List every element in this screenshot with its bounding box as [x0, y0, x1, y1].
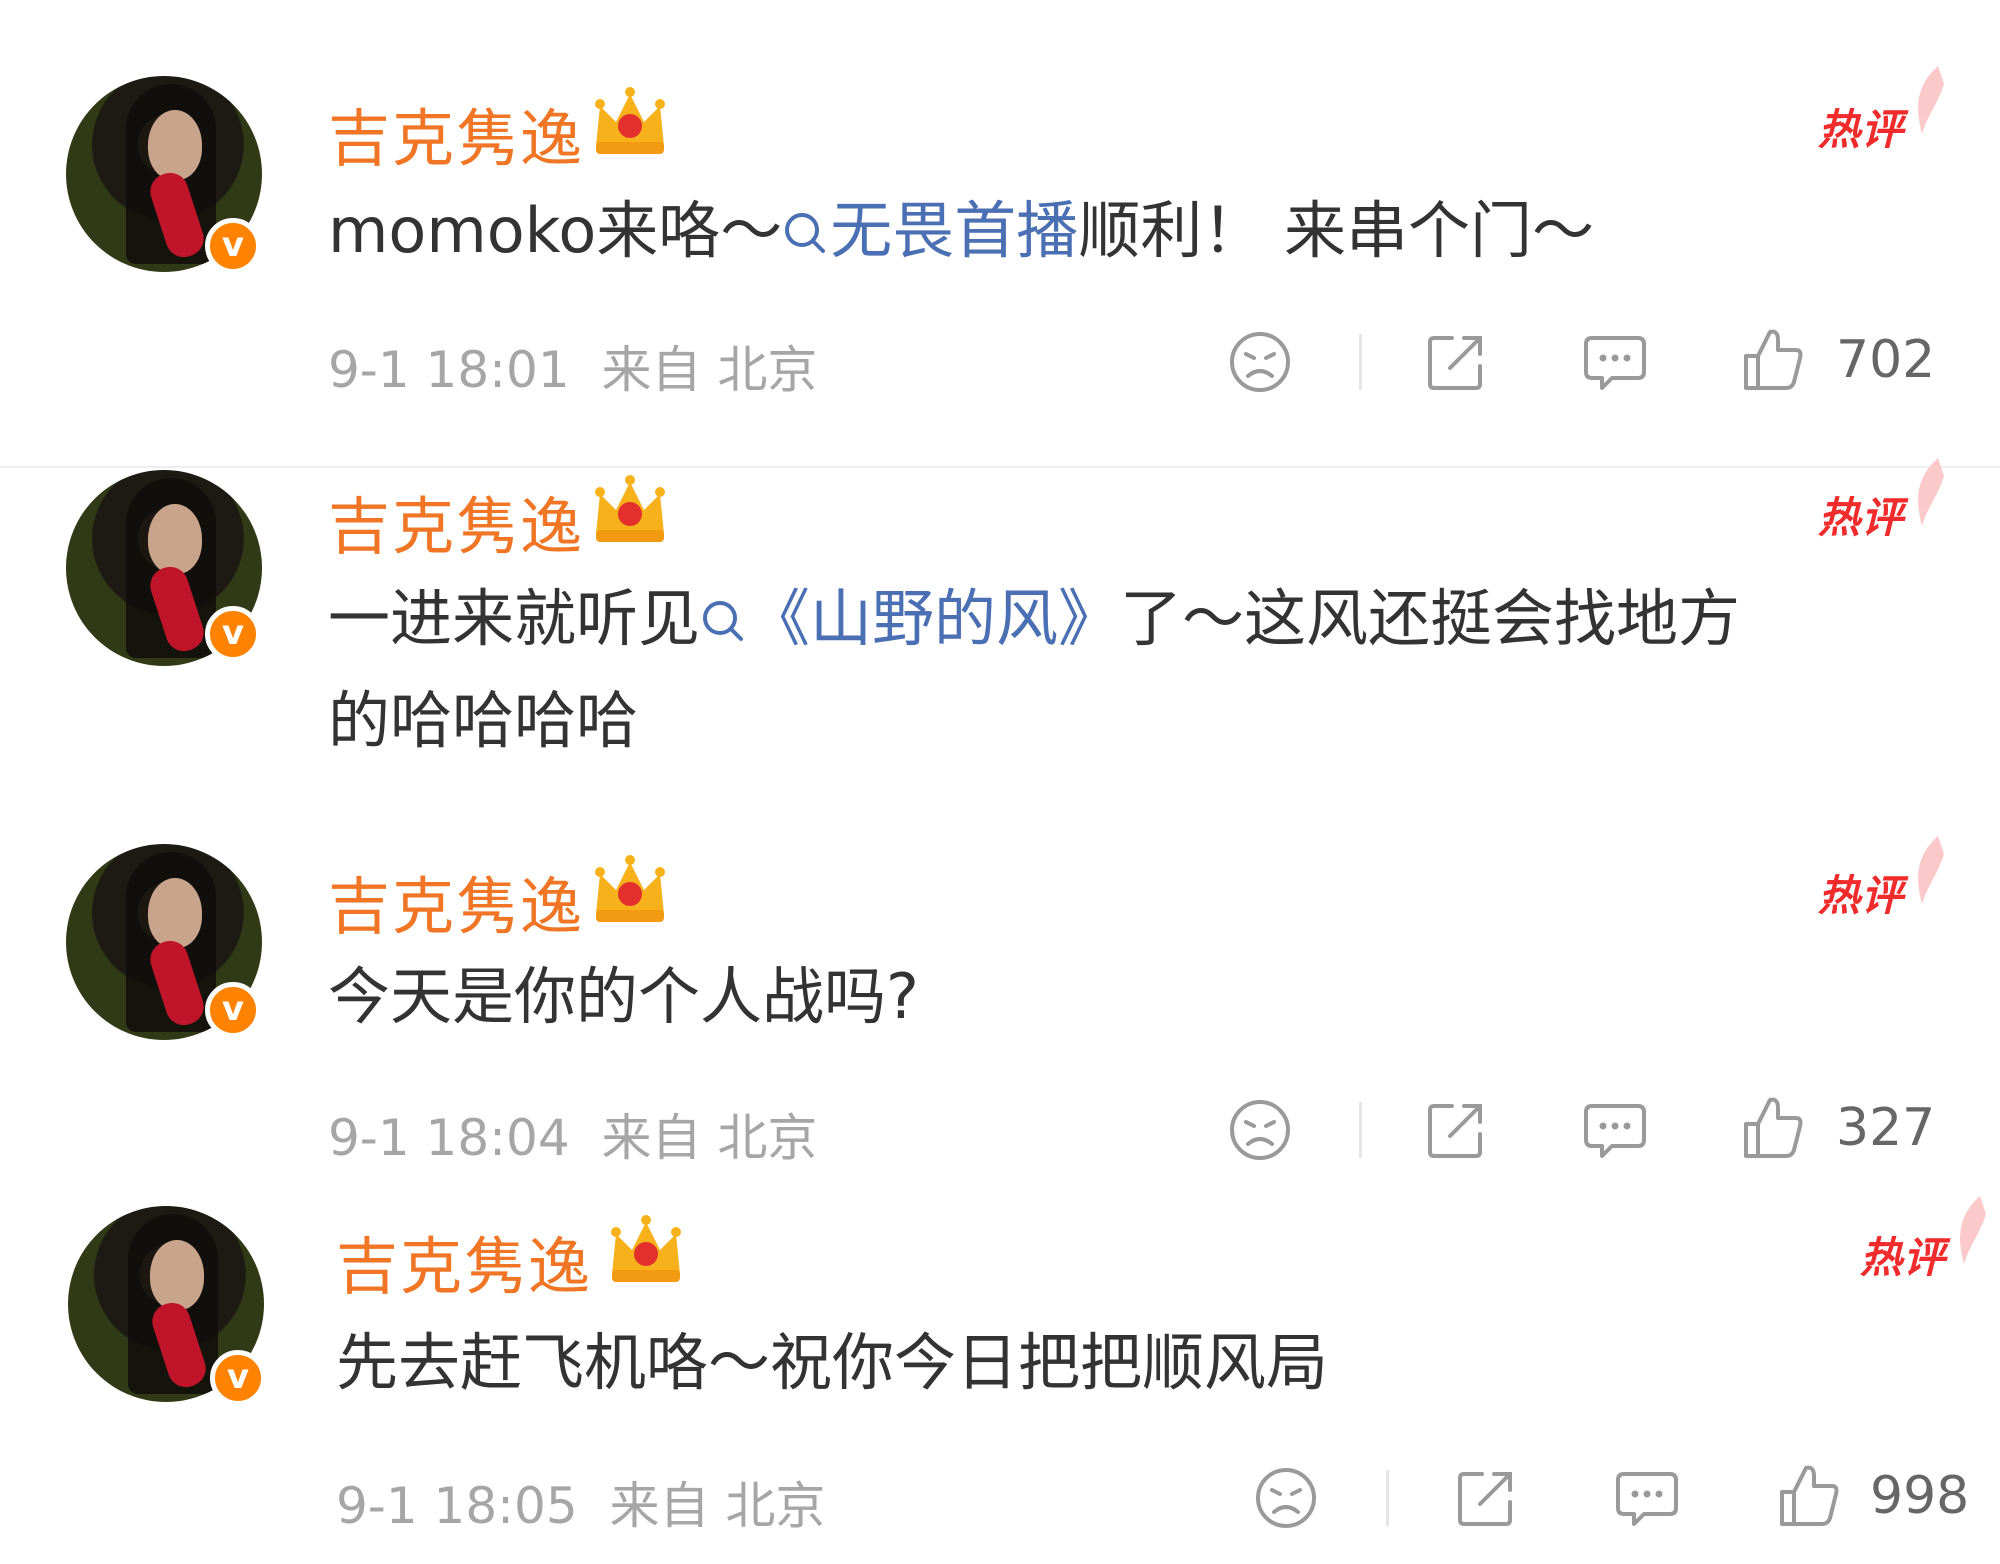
comment-text: 一进来就听见 《山野的风》了～这风还挺会找地方: [328, 568, 1740, 670]
topic-label: 《山野的风》: [748, 582, 1121, 655]
like-count: 702: [1836, 330, 1936, 390]
verified-icon: v: [205, 982, 261, 1038]
comment-meta: 9-1 18:04 来自 北京: [328, 1098, 817, 1170]
divider: [1386, 1470, 1389, 1526]
username[interactable]: 吉克隽逸: [328, 476, 584, 566]
share-icon[interactable]: [1424, 330, 1488, 394]
verified-icon: v: [210, 1350, 266, 1406]
username[interactable]: 吉克隽逸: [328, 856, 584, 946]
topic-link[interactable]: 无畏首播: [782, 194, 1078, 267]
divider: [1359, 334, 1362, 390]
hot-comment-badge: 热评: [1818, 871, 1905, 920]
username[interactable]: 吉克隽逸: [336, 1216, 592, 1306]
crown-icon: [595, 87, 665, 154]
hot-comment-badge: 热评: [1860, 1233, 1947, 1282]
divider: [1359, 1102, 1362, 1158]
like-count: 327: [1836, 1098, 1936, 1158]
comment-text-line2: 的哈哈哈哈: [328, 684, 639, 757]
crown-icon: [595, 855, 665, 922]
comment-source: 来自 北京: [601, 341, 818, 399]
comment-text-part: 了～这风还挺会找地方: [1120, 582, 1741, 655]
comment-meta: 9-1 18:05 来自 北京: [336, 1466, 825, 1538]
flame-icon: [1918, 836, 1944, 904]
topic-label: 无畏首播: [830, 194, 1079, 267]
hot-comment-badge: 热评: [1818, 493, 1905, 542]
comment-time: 9-1 18:01: [328, 341, 570, 399]
comment-text: 今天是你的个人战吗?: [328, 960, 919, 1033]
flame-icon: [1918, 458, 1944, 526]
thumbs-up-icon[interactable]: [1776, 1462, 1842, 1530]
comment-meta: 9-1 18:01 来自 北京: [328, 330, 817, 402]
thumbs-up-icon[interactable]: [1740, 1094, 1806, 1162]
comment-source: 来自 北京: [609, 1477, 826, 1535]
username[interactable]: 吉克隽逸: [328, 88, 584, 178]
flame-icon: [1918, 66, 1944, 134]
comment-text-part: 顺利！ 来串个门～: [1078, 194, 1595, 267]
flame-icon: [1960, 1196, 1986, 1264]
dislike-icon[interactable]: [1254, 1466, 1318, 1530]
comment-time: 9-1 18:04: [328, 1109, 570, 1167]
thumbs-up-icon[interactable]: [1740, 326, 1806, 394]
comment-icon[interactable]: [1582, 330, 1648, 396]
hot-comment-badge: 热评: [1818, 105, 1905, 154]
comment-text-part: 一进来就听见: [328, 582, 701, 655]
topic-link[interactable]: 《山野的风》: [700, 582, 1120, 655]
comment-source: 来自 北京: [601, 1109, 818, 1167]
search-icon: [703, 601, 744, 641]
search-icon: [785, 213, 826, 253]
dislike-icon[interactable]: [1228, 1098, 1292, 1162]
crown-icon: [595, 475, 665, 542]
crown-icon: [611, 1215, 681, 1282]
comment-text-part: momoko来咯～: [328, 194, 783, 267]
verified-icon: v: [205, 218, 261, 274]
comment-text: 先去赶飞机咯～祝你今日把把顺风局: [336, 1326, 1329, 1399]
like-count: 998: [1870, 1466, 1970, 1526]
verified-icon: v: [205, 606, 261, 662]
dislike-icon[interactable]: [1228, 330, 1292, 394]
comment-icon[interactable]: [1614, 1466, 1680, 1532]
comment-time: 9-1 18:05: [336, 1477, 578, 1535]
share-icon[interactable]: [1454, 1466, 1518, 1530]
divider: [0, 466, 2000, 468]
share-icon[interactable]: [1424, 1098, 1488, 1162]
comment-text: momoko来咯～ 无畏首播顺利！ 来串个门～: [328, 180, 1594, 282]
comment-icon[interactable]: [1582, 1098, 1648, 1164]
